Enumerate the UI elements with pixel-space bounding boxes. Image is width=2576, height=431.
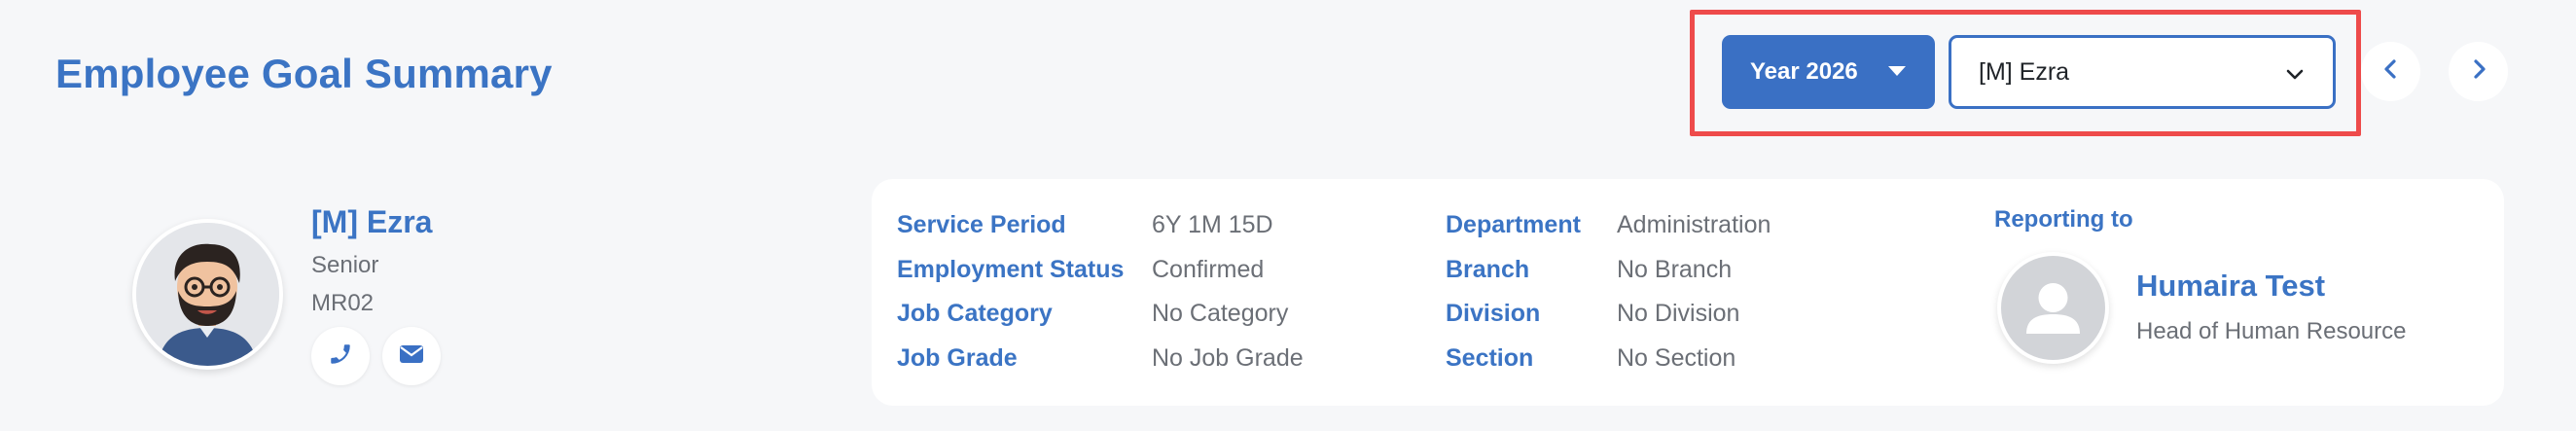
section-value: No Section (1617, 344, 1736, 372)
job-category-value: No Category (1152, 300, 1289, 327)
job-category-label: Job Category (897, 300, 1053, 327)
user-placeholder-icon (2001, 256, 2105, 360)
job-grade-label: Job Grade (897, 344, 1018, 372)
manager-title: Head of Human Resource (2136, 318, 2407, 344)
branch-value: No Branch (1617, 256, 1733, 283)
mail-icon (399, 343, 424, 370)
manager-avatar (1997, 252, 2109, 364)
employee-avatar (132, 219, 283, 370)
chevron-right-icon (2467, 57, 2490, 86)
chevron-down-icon (2284, 63, 2306, 91)
caret-down-icon (1888, 66, 1906, 76)
division-label: Division (1446, 300, 1541, 327)
next-employee-button[interactable] (2449, 42, 2508, 101)
branch-label: Branch (1446, 256, 1530, 283)
employee-code: MR02 (311, 290, 375, 316)
employment-status-value: Confirmed (1152, 256, 1265, 283)
email-button[interactable] (382, 327, 441, 385)
employee-name[interactable]: [M] Ezra (311, 204, 432, 240)
service-period-label: Service Period (897, 211, 1066, 238)
chevron-left-icon (2379, 57, 2403, 86)
phone-icon (328, 341, 353, 372)
division-value: No Division (1617, 300, 1740, 327)
year-button-label: Year 2026 (1750, 58, 1858, 85)
department-label: Department (1446, 211, 1581, 238)
employee-goal-summary-page: Employee Goal Summary Year 2026 [M] Ezra (0, 0, 2576, 431)
reporting-to-label: Reporting to (1994, 206, 2133, 233)
year-dropdown-button[interactable]: Year 2026 (1722, 35, 1935, 109)
manager-name[interactable]: Humaira Test (2136, 269, 2325, 304)
employee-level: Senior (311, 252, 379, 278)
page-title: Employee Goal Summary (55, 51, 553, 96)
service-period-value: 6Y 1M 15D (1152, 211, 1273, 238)
department-value: Administration (1617, 211, 1771, 238)
section-label: Section (1446, 344, 1534, 372)
employment-status-label: Employment Status (897, 256, 1125, 283)
employee-select[interactable]: [M] Ezra (1949, 35, 2336, 109)
job-grade-value: No Job Grade (1152, 344, 1304, 372)
previous-employee-button[interactable] (2361, 42, 2420, 101)
phone-button[interactable] (311, 327, 370, 385)
employee-select-value: [M] Ezra (1979, 57, 2070, 86)
